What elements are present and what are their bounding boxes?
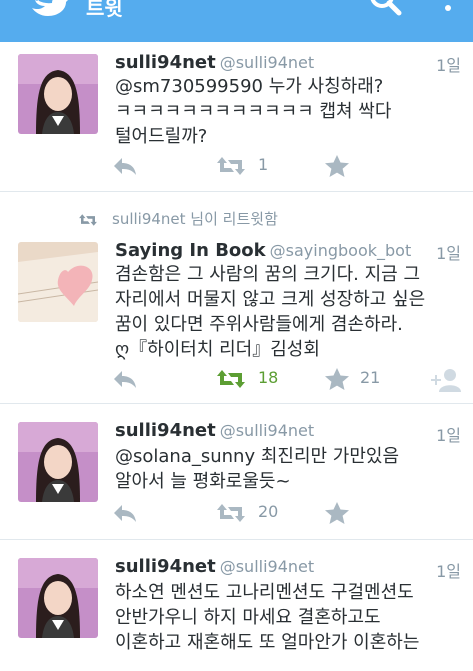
author-handle[interactable]: @sulli94net: [220, 557, 314, 576]
reply-icon[interactable]: [112, 502, 138, 524]
tweet-text: 하소연 멘션도 고나리멘션도 구걸멘션도 안반가우니 하지 마세요 결혼하고도 …: [115, 580, 467, 655]
avatar[interactable]: [18, 242, 98, 322]
tweet-actions: 20: [112, 502, 472, 528]
tweet-text: @solana_sunny 최진리만 가만있음 알아서 늘 평화로울듯~: [115, 444, 467, 494]
tweet-time: 1일: [436, 56, 461, 75]
avatar[interactable]: [18, 558, 98, 638]
tweet-text-line: 하소연 멘션도 고나리멘션도 구걸멘션도: [115, 582, 414, 603]
tweet-text-line: 알아서 늘 평화로울듯~: [115, 471, 291, 492]
retweet-count: 18: [258, 368, 279, 387]
tweet-text-line: 겸손함은 그 사람의 꿈의 크기다. 지금 그: [115, 264, 421, 285]
tweet-item[interactable]: sulli94net @sulli94net 1일 @solana_sunny 최…: [0, 404, 473, 540]
retweet-icon[interactable]: [216, 155, 246, 177]
reply-icon[interactable]: [112, 368, 138, 390]
author-handle[interactable]: @sulli94net: [220, 53, 314, 72]
tweet-actions: 1: [112, 155, 472, 181]
tweet-text-line[interactable]: @solana_sunny 최진리만 가만있음: [115, 444, 467, 469]
follow-icon[interactable]: [429, 368, 461, 392]
tweet-item[interactable]: sulli94net @sulli94net 1일 @sm730599590 누가…: [0, 42, 473, 192]
retweet-icon[interactable]: [216, 502, 246, 524]
tweet-text: @sm730599590 누가 사칭하래? ㅋㅋㅋㅋㅋㅋㅋㅋㅋㅋㅋㅋ 캡쳐 싹다…: [115, 74, 467, 149]
overflow-menu-icon[interactable]: [440, 0, 456, 18]
retweet-icon: [79, 213, 97, 226]
retweet-icon[interactable]: [216, 368, 246, 390]
avatar[interactable]: [18, 54, 98, 134]
favorite-count: 21: [360, 368, 381, 387]
tweet-actions: 18 21: [112, 368, 472, 394]
author-name[interactable]: sulli94net: [115, 556, 216, 577]
tweet-item[interactable]: sulli94net 님이 리트윗함 Saying In Book @saying…: [0, 192, 473, 404]
tweet-text-line: 이혼하고 재혼해도 또 얼마안가 이혼하는: [115, 632, 420, 653]
tweet-text-line: 털어드릴까?: [115, 126, 208, 147]
tweet-time: 1일: [436, 562, 461, 581]
tweet-text: 겸손함은 그 사람의 꿈의 크기다. 지금 그 자리에서 머물지 않고 크게 성…: [115, 262, 467, 362]
tweet-text-line: 안반가우니 하지 마세요 결혼하고도: [115, 607, 381, 628]
tweet-text-line[interactable]: @sm730599590 누가 사칭하래?: [115, 74, 467, 99]
favorite-star-icon[interactable]: [324, 501, 350, 525]
twitter-bird-icon[interactable]: [30, 0, 70, 16]
favorite-star-icon[interactable]: [324, 154, 350, 178]
reply-icon[interactable]: [112, 155, 138, 177]
author-name[interactable]: sulli94net: [115, 420, 216, 441]
tweet-text-line: 자리에서 머물지 않고 크게 성장하고 싶은: [115, 289, 426, 310]
favorite-star-icon[interactable]: [324, 367, 350, 391]
avatar[interactable]: [18, 422, 98, 502]
author-name[interactable]: Saying In Book: [115, 240, 266, 261]
page-title: 트윗: [86, 0, 123, 20]
tweet-time: 1일: [436, 244, 461, 263]
retweet-count: 20: [258, 502, 279, 521]
tweet-text-line: ㅋㅋㅋㅋㅋㅋㅋㅋㅋㅋㅋㅋ 캡쳐 싹다: [115, 101, 392, 122]
tweet-item[interactable]: sulli94net @sulli94net 1일 하소연 멘션도 고나리멘션도 …: [0, 540, 473, 671]
retweet-context-label[interactable]: sulli94net 님이 리트윗함: [112, 210, 278, 228]
author-name[interactable]: sulli94net: [115, 52, 216, 73]
top-app-bar: 트윗: [0, 0, 473, 42]
retweet-context: sulli94net 님이 리트윗함: [78, 208, 278, 229]
tweet-time: 1일: [436, 426, 461, 445]
tweet-text-line: 꿈이 있다면 주위사람들에게 겸손하라.: [115, 314, 403, 335]
author-handle[interactable]: @sayingbook_bot: [270, 241, 412, 260]
search-icon[interactable]: [368, 0, 402, 18]
author-handle[interactable]: @sulli94net: [220, 421, 314, 440]
retweet-count: 1: [258, 155, 269, 174]
tweet-text-line: ღ『하이터치 리더』김성회: [115, 339, 320, 360]
